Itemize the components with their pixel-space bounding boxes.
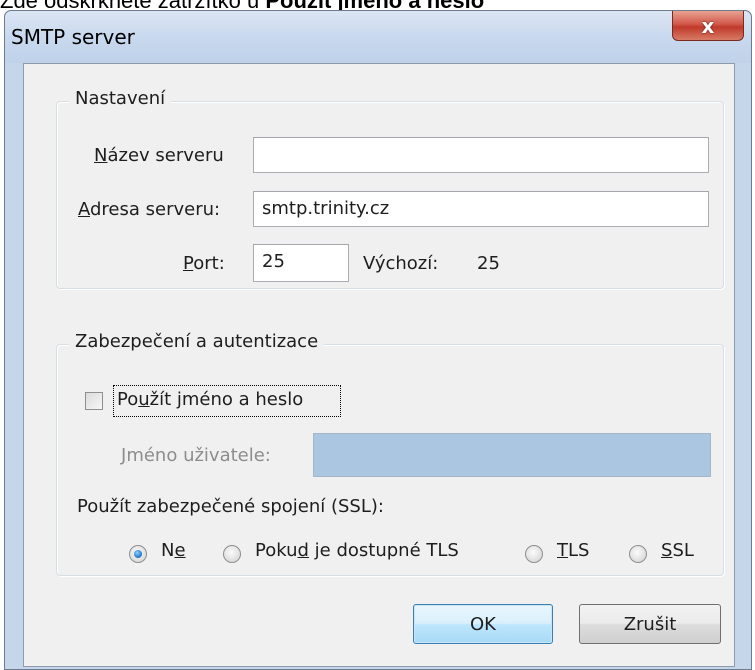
ok-button[interactable]: OK [413, 604, 553, 644]
dialog-client-area: Nastavení Název serveru Adresa serveru: … [23, 63, 735, 667]
port-input[interactable]: 25 [253, 244, 349, 282]
server-address-label: Adresa serveru: [78, 199, 221, 220]
default-port-value: 25 [477, 253, 500, 274]
server-name-input[interactable] [253, 137, 709, 173]
ssl-radio-tls[interactable] [525, 545, 543, 563]
window-title: SMTP server [11, 25, 135, 49]
default-port-label: Výchozí: [363, 253, 439, 274]
server-name-label: Název serveru [94, 145, 224, 166]
ssl-option-ssl-label[interactable]: SSL [661, 540, 694, 561]
ssl-option-tls-label[interactable]: TLS [557, 540, 589, 561]
use-credentials-checkbox[interactable] [85, 392, 103, 410]
port-label: Port: [183, 253, 225, 274]
settings-group: Nastavení Název serveru Adresa serveru: … [56, 88, 724, 289]
ssl-heading: Použít zabezpečené spojení (SSL): [77, 496, 384, 517]
ssl-radio-tls-if-available[interactable] [223, 545, 241, 563]
username-label: Jméno uživatele: [121, 445, 271, 466]
ssl-option-tls-if-available-label[interactable]: Pokud je dostupné TLS [255, 540, 459, 561]
ssl-radio-ssl[interactable] [629, 545, 647, 563]
ssl-option-none-label[interactable]: Ne [161, 540, 186, 561]
username-input[interactable] [313, 433, 711, 477]
ssl-radio-none[interactable] [129, 545, 147, 563]
settings-legend: Nastavení [69, 88, 172, 109]
security-group: Zabezpečení a autentizace Použít jméno a… [56, 331, 724, 576]
title-bar[interactable]: SMTP server x [5, 11, 751, 63]
smtp-server-dialog: SMTP server x Nastavení Název serveru Ad… [4, 10, 752, 670]
close-icon: x [701, 13, 715, 38]
cancel-button[interactable]: Zrušit [579, 604, 721, 644]
server-address-input[interactable]: smtp.trinity.cz [253, 191, 709, 227]
security-legend: Zabezpečení a autentizace [69, 331, 325, 352]
close-button[interactable]: x [672, 11, 744, 41]
use-credentials-label[interactable]: Použít jméno a heslo [117, 389, 303, 410]
